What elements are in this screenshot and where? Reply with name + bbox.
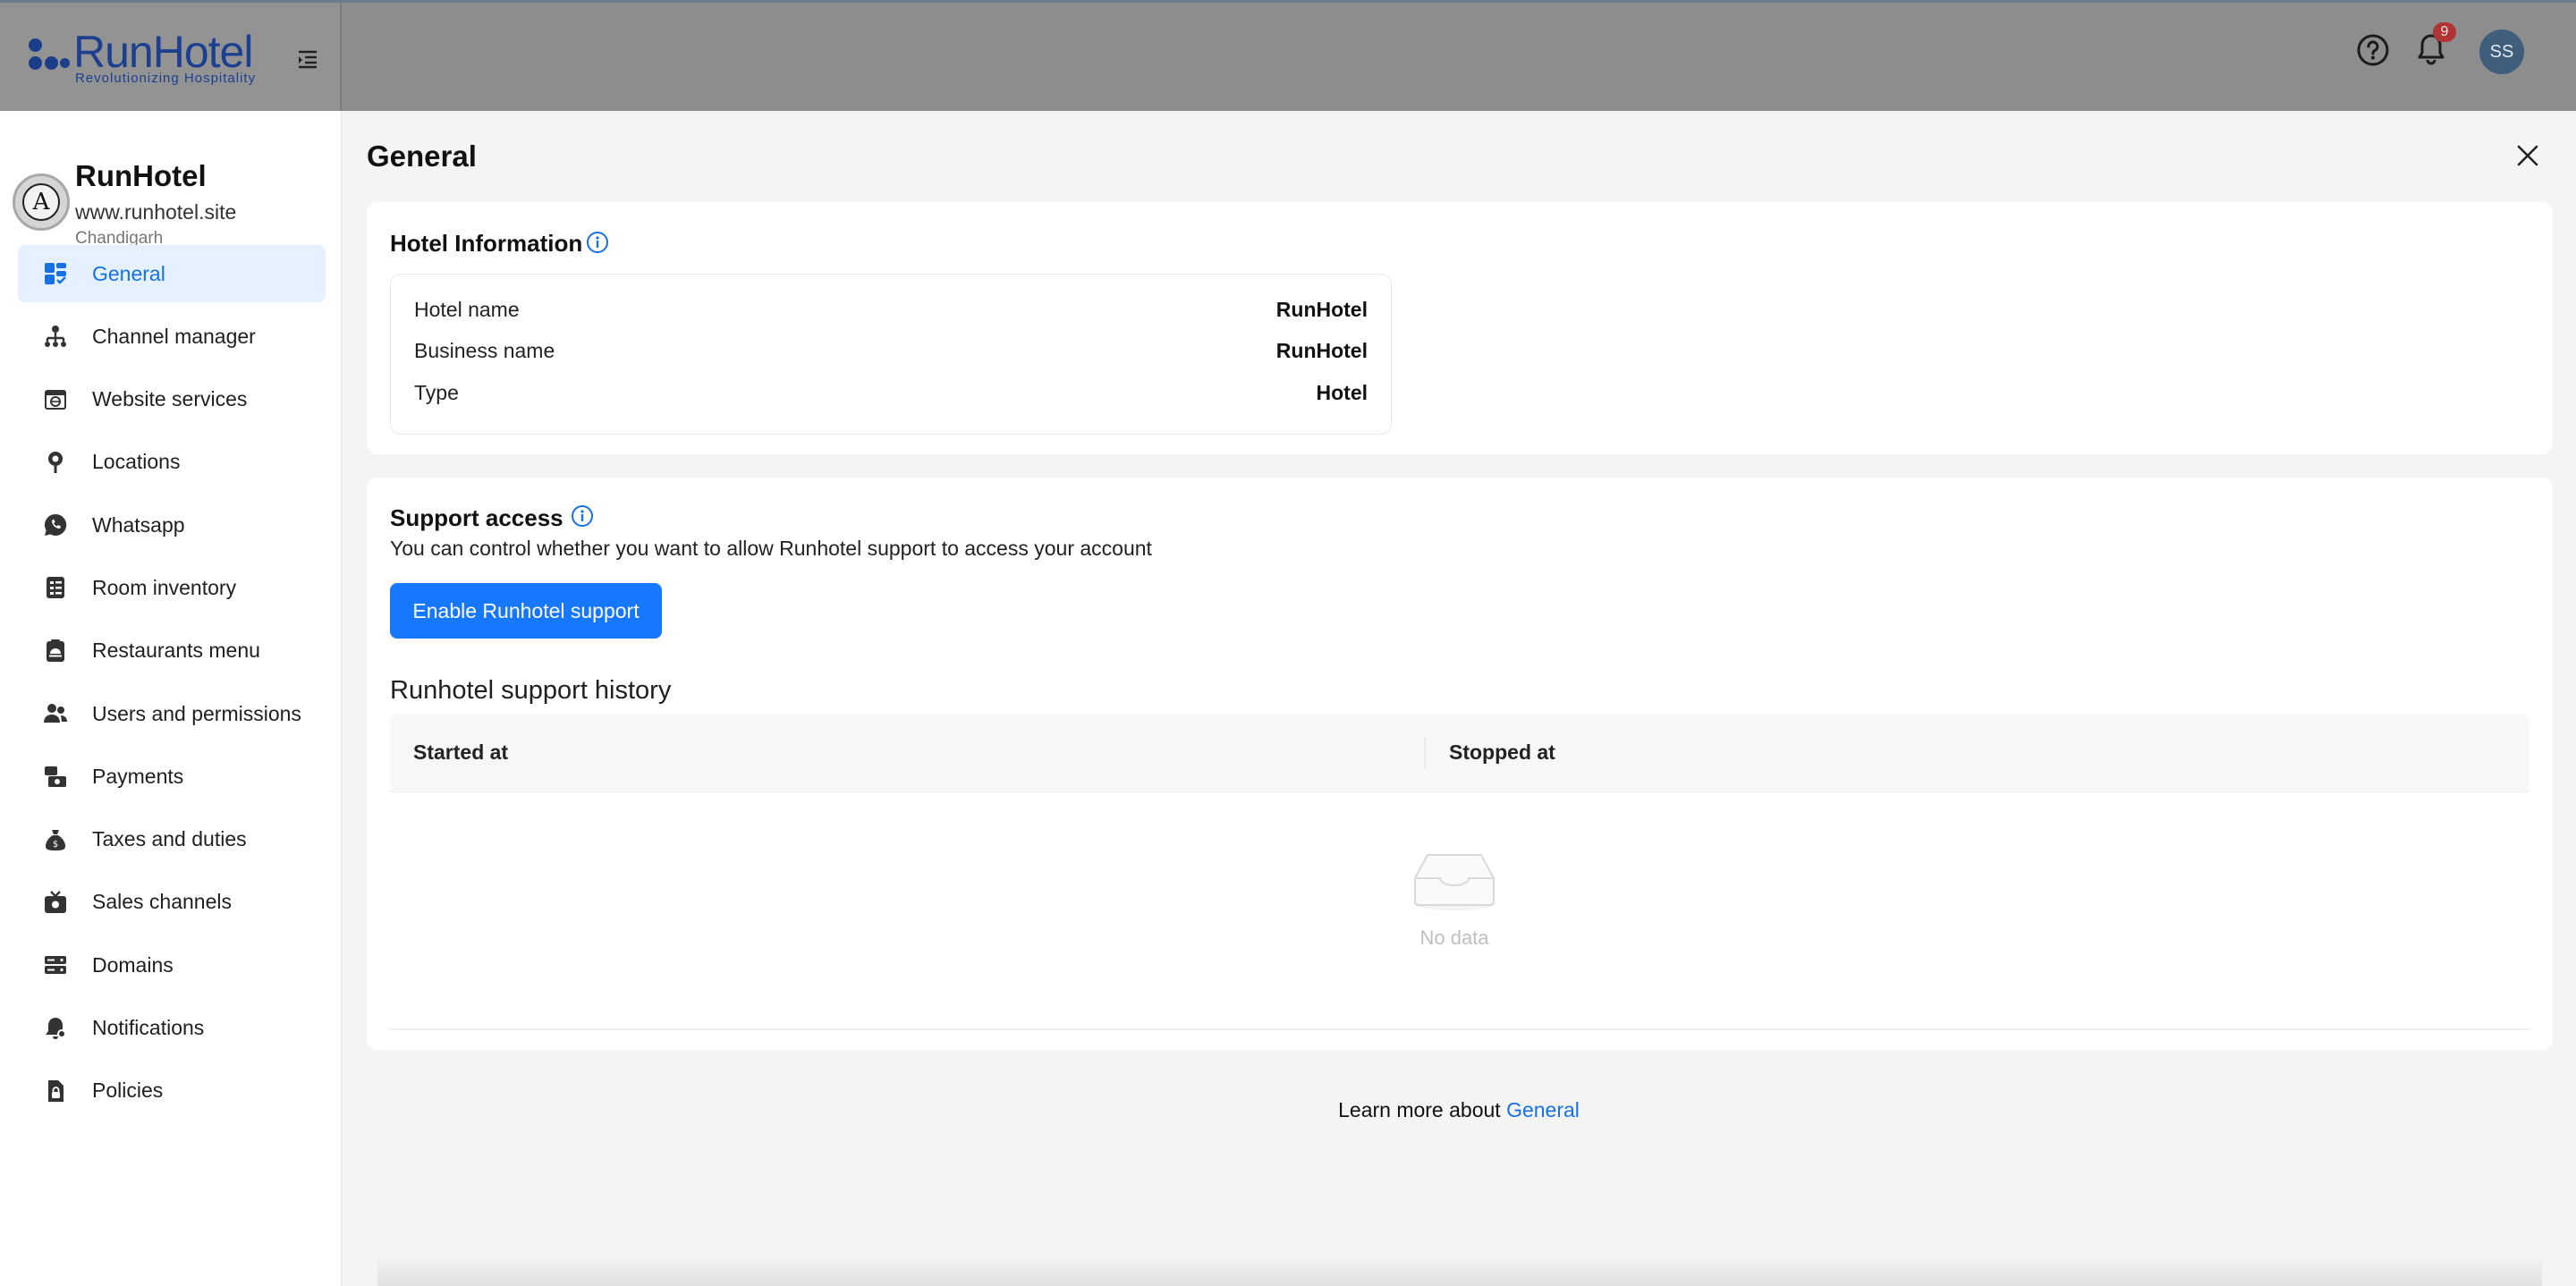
- hotel-name: RunHotel: [75, 159, 207, 192]
- support-history-table: Started at Stopped at No data: [390, 714, 2529, 1030]
- sidebar-item-label: Sales channels: [92, 890, 232, 914]
- hotel-information-title: Hotel Information: [390, 230, 583, 257]
- sidebar-item-sales-channels[interactable]: Sales channels: [18, 874, 326, 931]
- sidebar-item-notifications[interactable]: Notifications: [18, 1000, 326, 1057]
- menu-collapse-icon[interactable]: [297, 49, 318, 69]
- sidebar-item-policies[interactable]: Policies: [18, 1062, 326, 1120]
- brand-tagline: Revolutionizing Hospitality: [75, 71, 257, 86]
- sidebar-item-label: Policies: [92, 1079, 164, 1103]
- info-value: RunHotel: [1275, 339, 1368, 362]
- hotel-logo: A: [13, 173, 70, 231]
- info-row-hotel-name: Hotel name RunHotel: [414, 298, 1368, 334]
- sidebar-item-label: Whatsapp: [92, 512, 185, 537]
- tax-bag-icon: $: [46, 829, 65, 850]
- document-lock-icon: [48, 1079, 64, 1102]
- support-access-description: You can control whether you want to allo…: [390, 537, 1152, 560]
- sidebar-item-restaurants-menu[interactable]: Restaurants menu: [18, 622, 326, 680]
- brand-logo[interactable]: RunHotel Revolutionizing Hospitality: [27, 27, 259, 87]
- info-row-business-name: Business name RunHotel: [414, 339, 1368, 375]
- sidebar-item-label: Users and permissions: [92, 701, 301, 725]
- user-avatar[interactable]: SS: [2479, 30, 2524, 74]
- location-pin-icon: [48, 451, 63, 473]
- sidebar-item-whatsapp[interactable]: Whatsapp: [18, 496, 326, 554]
- bell-settings-icon: [46, 1017, 66, 1039]
- sidebar-item-locations[interactable]: Locations: [18, 434, 326, 491]
- support-access-title: Support access: [390, 504, 564, 531]
- browser-icon: [45, 389, 66, 410]
- learn-more-link[interactable]: General: [1506, 1098, 1580, 1121]
- sidebar-item-website-services[interactable]: Website services: [18, 371, 326, 428]
- checklist-icon: [47, 577, 64, 599]
- notification-count-badge: 9: [2433, 22, 2456, 42]
- sidebar-item-label: Restaurants menu: [92, 639, 260, 663]
- empty-inbox-icon: [1413, 854, 1496, 910]
- info-key: Type: [414, 381, 459, 404]
- sidebar-item-label: Notifications: [92, 1016, 205, 1040]
- server-icon: [45, 956, 66, 975]
- sidebar-item-label: Website services: [92, 387, 248, 411]
- hotel-information-table: Hotel name RunHotel Business name RunHot…: [390, 274, 1392, 435]
- notifications-button[interactable]: 9: [2413, 22, 2456, 67]
- sidebar-item-domains[interactable]: Domains: [18, 936, 326, 994]
- enable-support-button[interactable]: Enable Runhotel support: [390, 583, 662, 639]
- dashboard-icon: [45, 263, 66, 284]
- sidebar-item-payments[interactable]: Payments: [18, 748, 326, 805]
- sidebar-item-label: Room inventory: [92, 575, 237, 599]
- learn-more: Learn more about General: [342, 1098, 2576, 1122]
- logo-dots-icon: [27, 38, 70, 81]
- page-title: General: [367, 140, 477, 173]
- info-key: Business name: [414, 339, 555, 362]
- info-value: RunHotel: [1275, 298, 1368, 321]
- close-icon: [2517, 145, 2538, 166]
- settings-sidebar: A RunHotel www.runhotel.site Chandigarh …: [0, 111, 342, 1286]
- sidebar-item-label: Payments: [92, 764, 184, 788]
- support-access-card: Support access You can control whether y…: [367, 478, 2553, 1050]
- sidebar-item-taxes-and-duties[interactable]: $ Taxes and duties: [18, 811, 326, 868]
- users-icon: [44, 704, 67, 723]
- info-icon[interactable]: [571, 504, 594, 528]
- help-icon[interactable]: [2356, 33, 2390, 67]
- svg-text:$: $: [53, 840, 58, 850]
- table-header: Started at Stopped at: [390, 714, 2529, 792]
- close-button[interactable]: [2515, 143, 2540, 168]
- sidebar-item-label: General: [92, 261, 165, 285]
- column-started-at[interactable]: Started at: [413, 740, 508, 765]
- settings-panel: General Hotel Information Hotel name Run…: [342, 111, 2576, 1286]
- column-stopped-at[interactable]: Stopped at: [1449, 740, 1555, 765]
- whatsapp-icon: [44, 514, 67, 537]
- tv-channel-icon: [45, 891, 66, 913]
- sidebar-item-label: Channel manager: [92, 324, 256, 348]
- hotel-header: A RunHotel www.runhotel.site Chandigarh: [11, 134, 333, 248]
- sidebar-item-label: Taxes and duties: [92, 827, 247, 851]
- info-key: Hotel name: [414, 298, 520, 321]
- hotel-logo-letter: A: [22, 183, 60, 221]
- brand-area: RunHotel Revolutionizing Hospitality: [0, 3, 342, 114]
- sidebar-item-general[interactable]: General: [18, 245, 326, 302]
- hotel-website: www.runhotel.site: [75, 200, 237, 224]
- top-bar: RunHotel Revolutionizing Hospitality 9 S…: [0, 0, 2576, 114]
- settings-nav: General Channel manager Website services: [18, 245, 326, 1125]
- sidebar-item-channel-manager[interactable]: Channel manager: [18, 308, 326, 365]
- sidebar-item-label: Domains: [92, 952, 174, 977]
- payments-icon: [45, 766, 66, 788]
- sidebar-item-room-inventory[interactable]: Room inventory: [18, 559, 326, 616]
- info-icon[interactable]: [586, 231, 609, 254]
- table-bottom-border: [390, 1028, 2529, 1030]
- info-value: Hotel: [1316, 381, 1368, 404]
- empty-state-text: No data: [1419, 926, 1489, 949]
- support-history-title: Runhotel support history: [390, 676, 672, 705]
- sidebar-item-label: Locations: [92, 450, 181, 474]
- column-divider: [1424, 737, 1426, 769]
- info-row-type: Type Hotel: [414, 381, 1368, 417]
- hotel-information-card: Hotel Information Hotel name RunHotel Bu…: [367, 202, 2553, 454]
- hierarchy-icon: [45, 326, 66, 348]
- learn-more-prefix: Learn more about: [1338, 1098, 1507, 1121]
- bottom-shadow: [377, 1256, 2542, 1286]
- clipboard-food-icon: [47, 639, 64, 662]
- sidebar-item-users-and-permissions[interactable]: Users and permissions: [18, 685, 326, 742]
